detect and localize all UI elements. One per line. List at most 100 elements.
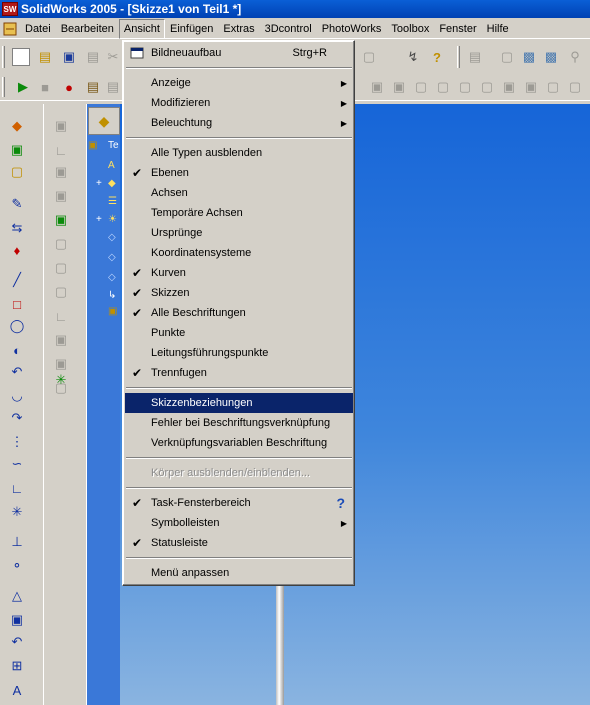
play-icon[interactable]: ▶ — [14, 78, 32, 96]
menu-item-achsen[interactable]: Achsen — [125, 183, 353, 203]
threepoint-arc-icon[interactable]: ↷ — [6, 408, 28, 428]
material-icon[interactable]: ◆ — [108, 178, 116, 189]
extrude-icon[interactable]: ▣ — [6, 610, 28, 630]
menu-item-temporaere-achsen[interactable]: Temporäre Achsen — [125, 203, 353, 223]
select-icon[interactable]: ↯ — [404, 48, 422, 66]
menu-einfuegen[interactable]: Einfügen — [165, 19, 218, 39]
feature-icon[interactable]: ▣ — [368, 78, 386, 96]
plane-icon[interactable]: ☰ — [108, 196, 117, 207]
menu-hilfe[interactable]: Hilfe — [482, 19, 514, 39]
menu-item-statusleiste[interactable]: ✔ Statusleiste — [125, 533, 353, 553]
fillet-icon[interactable]: ∟ — [6, 478, 28, 498]
menu-item-menue-anpassen[interactable]: Menü anpassen — [125, 563, 353, 583]
menu-bearbeiten[interactable]: Bearbeiten — [56, 19, 119, 39]
feature-manager-tab[interactable]: ◆ — [88, 107, 120, 135]
sketch-feature-icon[interactable]: ▣ — [108, 306, 117, 317]
smart-dimension-icon[interactable]: ▣ — [6, 140, 28, 160]
loft-icon[interactable]: ▣ — [50, 186, 72, 206]
annotations-icon[interactable]: A — [108, 160, 115, 171]
menu-item-ebenen[interactable]: ✔ Ebenen — [125, 163, 353, 183]
menu-item-bildneuaufbau[interactable]: Bildneuaufbau Strg+R — [125, 43, 353, 63]
feature-icon[interactable]: ▢ — [566, 78, 584, 96]
centerpoint-arc-icon[interactable]: ◡ — [6, 386, 28, 406]
tag-icon[interactable]: ♦ — [6, 240, 28, 260]
plane-icon[interactable]: ◇ — [108, 252, 116, 263]
toolbar-grip[interactable] — [457, 46, 460, 68]
menu-item-trennfugen[interactable]: ✔ Trennfugen — [125, 363, 353, 383]
menu-item-koordinatensysteme[interactable]: Koordinatensysteme — [125, 243, 353, 263]
circle-icon[interactable]: ◯ — [6, 316, 28, 336]
toolbar-grip[interactable] — [2, 46, 5, 68]
menu-item-urspruenge[interactable]: Ursprünge — [125, 223, 353, 243]
menu-3dcontrol[interactable]: 3Dcontrol — [260, 19, 317, 39]
relations-icon[interactable]: ▢ — [6, 162, 28, 182]
point-icon[interactable]: ✳ — [6, 502, 28, 522]
origin-icon[interactable]: ↳ — [108, 290, 116, 301]
new-file-icon[interactable] — [12, 48, 30, 66]
chamfer-icon[interactable]: ▢ — [50, 282, 72, 302]
window-tile-icon[interactable]: ▩ — [520, 48, 538, 66]
menu-item-verknuepfungsvariablen-beschriftung[interactable]: Verknüpfungsvariablen Beschriftung — [125, 433, 353, 453]
feature-icon[interactable]: ▣ — [500, 78, 518, 96]
record-icon[interactable]: ● — [60, 78, 78, 96]
arc-icon[interactable]: ◐ — [6, 340, 28, 360]
sweep-icon[interactable]: ▣ — [50, 162, 72, 182]
shell-icon[interactable]: ▣ — [50, 330, 72, 350]
expand-icon[interactable]: + — [96, 178, 102, 189]
fillet-feature-icon[interactable]: ▢ — [50, 258, 72, 278]
spline-icon[interactable]: ∽ — [6, 454, 28, 474]
help-icon[interactable]: ? — [428, 48, 446, 66]
menu-photoworks[interactable]: PhotoWorks — [317, 19, 387, 39]
menu-item-leitungsfuehrungspunkte[interactable]: Leitungsführungspunkte — [125, 343, 353, 363]
photo-icon[interactable]: ▩ — [542, 48, 560, 66]
sketch-edit-icon[interactable]: ✎ — [6, 194, 28, 214]
macro-edit-icon[interactable]: ▤ — [84, 78, 102, 96]
menu-item-skizzenbeziehungen[interactable]: Skizzenbeziehungen — [125, 393, 353, 413]
feature-icon[interactable]: ▣ — [390, 78, 408, 96]
macro-new-icon[interactable]: ▤ — [104, 78, 122, 96]
menu-item-skizzen[interactable]: ✔ Skizzen — [125, 283, 353, 303]
menu-item-alle-typen-ausblenden[interactable]: Alle Typen ausblenden — [125, 143, 353, 163]
cut-extrude-icon[interactable]: ▣ — [50, 210, 72, 230]
text-icon[interactable]: A — [6, 680, 28, 700]
extrude-boss-icon[interactable]: ▣ — [50, 116, 72, 136]
zoom-icon[interactable]: ⚲ — [566, 48, 584, 66]
line-icon[interactable]: ╱ — [6, 270, 28, 290]
view-orientation-icon[interactable]: ▢ — [498, 48, 516, 66]
menu-ansicht[interactable]: Ansicht — [118, 18, 165, 39]
reference-geometry-icon[interactable]: ✳ — [50, 370, 72, 390]
offset-icon[interactable]: ⚬ — [6, 556, 28, 576]
save-icon[interactable]: ▣ — [60, 48, 78, 66]
print-icon[interactable]: ▤ — [84, 48, 102, 66]
cut-icon[interactable]: ✂ — [104, 48, 122, 66]
menu-item-kurven[interactable]: ✔ Kurven — [125, 263, 353, 283]
plane-icon[interactable]: ◇ — [108, 232, 116, 243]
menu-item-punkte[interactable]: Punkte — [125, 323, 353, 343]
feature-icon[interactable]: ▢ — [478, 78, 496, 96]
mirror-icon[interactable]: ⇆ — [6, 218, 28, 238]
open-folder-icon[interactable]: ▤ — [36, 48, 54, 66]
rectangle-icon[interactable]: □ — [6, 294, 28, 314]
sketch-icon[interactable]: ◆ — [6, 116, 28, 136]
menu-item-modifizieren[interactable]: Modifizieren ▶ — [125, 93, 353, 113]
tangent-arc-icon[interactable]: ↶ — [6, 362, 28, 382]
menu-item-task-fensterbereich[interactable]: ✔ Task-Fensterbereich ? — [125, 493, 353, 513]
feature-icon[interactable]: ▢ — [412, 78, 430, 96]
expand-icon[interactable]: + — [96, 214, 102, 225]
feature-icon[interactable]: ▢ — [544, 78, 562, 96]
toolbar-grip[interactable] — [2, 77, 5, 97]
menu-item-alle-beschriftungen[interactable]: ✔ Alle Beschriftungen — [125, 303, 353, 323]
part-label[interactable]: Te — [108, 140, 119, 151]
feature-icon[interactable]: ▢ — [456, 78, 474, 96]
feature-icon[interactable]: ▢ — [434, 78, 452, 96]
centerline-icon[interactable]: ⋮ — [6, 432, 28, 452]
menu-item-symbolleisten[interactable]: Symbolleisten ▶ — [125, 513, 353, 533]
pattern-icon[interactable]: ⊞ — [6, 656, 28, 676]
rebuild-icon[interactable]: ▤ — [466, 48, 484, 66]
trim-icon[interactable]: ⊥ — [6, 532, 28, 552]
menu-datei[interactable]: Datei — [20, 19, 56, 39]
menu-toolbox[interactable]: Toolbox — [386, 19, 434, 39]
document-icon[interactable] — [0, 19, 20, 39]
cut-revolve-icon[interactable]: ▢ — [50, 234, 72, 254]
menu-item-beleuchtung[interactable]: Beleuchtung ▶ — [125, 113, 353, 133]
